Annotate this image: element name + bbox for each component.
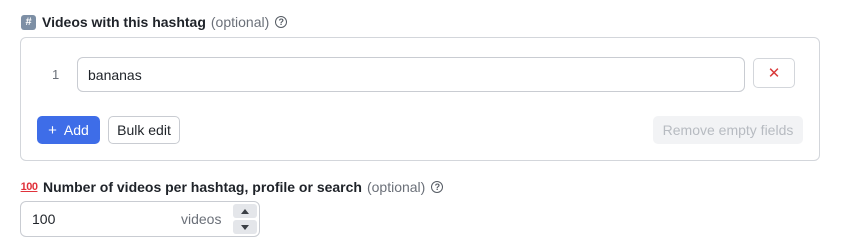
hundred-emoji-icon: 100 [20,180,38,193]
hashtag-input[interactable]: bananas [77,57,745,92]
chevron-down-icon [241,224,249,230]
count-field-optional: (optional) [366,179,426,195]
plus-icon: + [48,121,57,139]
videos-count-input[interactable]: 100 videos [20,201,260,237]
videos-unit-label: videos [181,211,222,227]
help-icon[interactable]: ? [431,181,444,193]
decrement-button[interactable] [233,220,257,234]
close-icon: ✕ [767,65,781,82]
chevron-up-icon [241,208,249,214]
quantity-stepper [233,204,257,234]
count-field-label: 100 Number of videos per hashtag, profil… [20,179,444,195]
add-button[interactable]: + Add [37,116,100,144]
remove-empty-fields-button[interactable]: Remove empty fields [653,116,803,144]
hashtag-field-label: # Videos with this hashtag (optional) ? [21,14,288,30]
remove-row-button[interactable]: ✕ [753,58,795,88]
increment-button[interactable] [233,204,257,218]
hash-emoji-icon: # [21,14,36,30]
help-icon[interactable]: ? [275,16,288,28]
hashtag-input-value: bananas [88,66,142,83]
row-index: 1 [52,67,60,82]
count-field-title: Number of videos per hashtag, profile or… [43,179,362,195]
bulk-edit-button[interactable]: Bulk edit [108,116,180,144]
videos-count-value: 100 [32,211,56,227]
hashtag-field-optional: (optional) [210,14,270,30]
add-button-label: Add [63,122,89,138]
hashtag-field-title: Videos with this hashtag [42,14,206,30]
